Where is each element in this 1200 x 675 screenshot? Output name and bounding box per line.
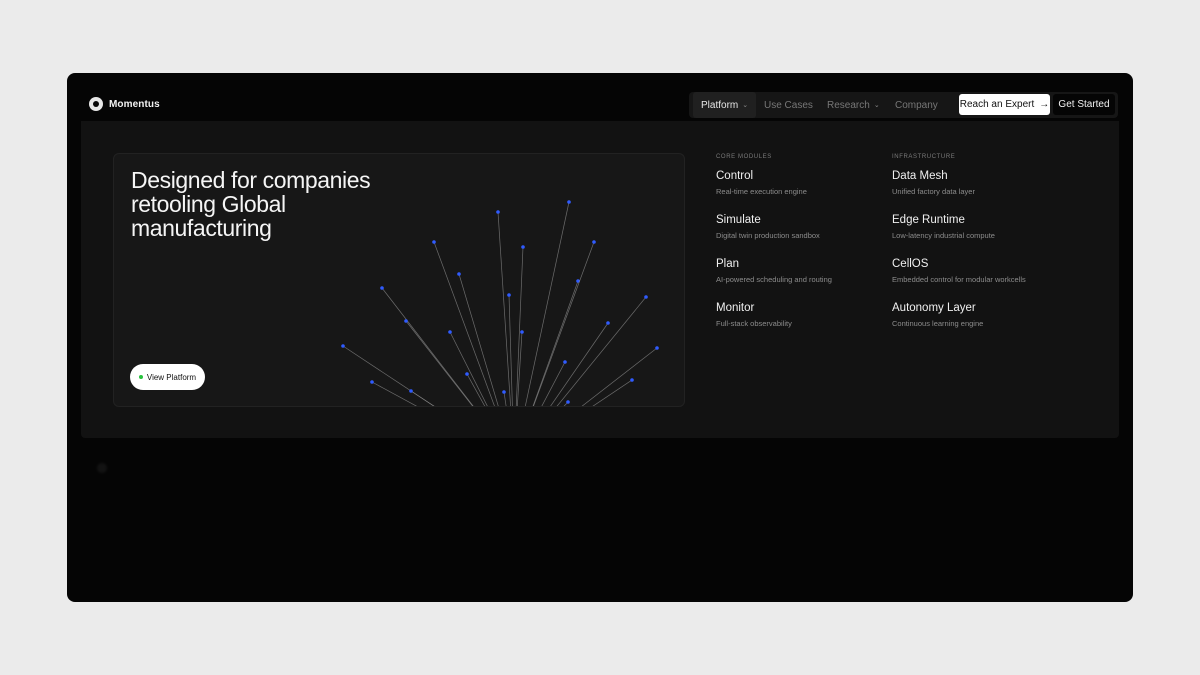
burst-node xyxy=(404,319,408,323)
menu-item-desc: Low-latency industrial compute xyxy=(892,231,995,240)
burst-line xyxy=(405,320,473,406)
burst-node xyxy=(465,372,469,376)
brand-logo[interactable]: Momentus xyxy=(89,97,160,111)
menu-item-desc: Unified factory data layer xyxy=(892,187,975,196)
column-heading: CORE MODULES xyxy=(716,154,772,160)
burst-node xyxy=(520,330,524,334)
momentus-logo-icon xyxy=(89,97,103,111)
burst-node xyxy=(592,240,596,244)
nav-item-company[interactable]: Company xyxy=(895,92,938,118)
view-platform-label: View Platform xyxy=(146,372,197,382)
get-started-button[interactable]: Get Started xyxy=(1053,94,1115,115)
burst-node xyxy=(409,389,413,393)
burst-node xyxy=(630,378,634,382)
nav-item-label: Platform xyxy=(701,99,739,111)
menu-item-data-mesh[interactable]: Data Mesh Unified factory data layer xyxy=(892,169,1072,213)
burst-line xyxy=(581,347,658,406)
menu-item-autonomy-layer[interactable]: Autonomy Layer Continuous learning engin… xyxy=(892,301,1072,345)
burst-node xyxy=(655,346,659,350)
burst-line xyxy=(556,296,647,406)
burst-line xyxy=(524,201,570,406)
core-modules-column: CORE MODULES Control Real-time execution… xyxy=(716,154,896,345)
menu-item-name: Data Mesh xyxy=(892,170,948,182)
background-icon xyxy=(97,463,107,473)
menu-item-desc: Digital twin production sandbox xyxy=(716,231,820,240)
nav-item-label: Company xyxy=(895,99,938,111)
chevron-down-icon: ⌄ xyxy=(742,102,749,109)
burst-node xyxy=(496,210,500,214)
burst-line xyxy=(371,381,417,406)
menu-item-name: Edge Runtime xyxy=(892,214,965,226)
menu-item-monitor[interactable]: Monitor Full-stack observability xyxy=(716,301,896,345)
view-platform-button[interactable]: View Platform xyxy=(130,364,205,390)
menu-item-desc: Embedded control for modular workcells xyxy=(892,275,1026,284)
burst-node xyxy=(566,400,570,404)
status-dot-icon xyxy=(138,375,143,379)
burst-line xyxy=(541,361,566,406)
brand-name: Momentus xyxy=(109,98,160,110)
menu-item-simulate[interactable]: Simulate Digital twin production sandbox xyxy=(716,213,896,257)
menu-item-edge-runtime[interactable]: Edge Runtime Low-latency industrial comp… xyxy=(892,213,1072,257)
nav-item-platform[interactable]: Platform ⌄ xyxy=(693,92,757,118)
column-heading: INFRASTRUCTURE xyxy=(892,154,956,160)
background-page-content xyxy=(67,443,1133,602)
nav-item-research[interactable]: Research ⌄ xyxy=(827,92,880,118)
burst-node xyxy=(448,330,452,334)
menu-item-cellos[interactable]: CellOS Embedded control for modular work… xyxy=(892,257,1072,301)
burst-line xyxy=(458,273,499,406)
menu-item-desc: AI-powered scheduling and routing xyxy=(716,275,832,284)
feature-title: Designed for companies retooling Global … xyxy=(131,167,371,241)
menu-item-name: Autonomy Layer xyxy=(892,302,976,314)
reach-expert-button[interactable]: Reach an Expert → xyxy=(959,94,1050,115)
reach-expert-label: Reach an Expert xyxy=(959,99,1035,110)
burst-node xyxy=(563,360,567,364)
nav-item-use-cases[interactable]: Use Cases xyxy=(764,92,813,118)
burst-node xyxy=(502,390,506,394)
browser-window: Momentus Platform ⌄ Use Cases Research ⌄… xyxy=(67,73,1133,602)
burst-line xyxy=(342,345,435,406)
menu-item-desc: Continuous learning engine xyxy=(892,319,984,328)
nav-item-label: Use Cases xyxy=(764,99,813,111)
menu-item-plan[interactable]: Plan AI-powered scheduling and routing xyxy=(716,257,896,301)
menu-item-name: Plan xyxy=(716,258,740,270)
menu-item-name: Control xyxy=(716,170,754,182)
burst-node xyxy=(370,380,374,384)
burst-line xyxy=(532,280,579,406)
burst-node xyxy=(457,272,461,276)
burst-node xyxy=(507,293,511,297)
burst-node xyxy=(341,344,345,348)
burst-node xyxy=(521,245,525,249)
chevron-down-icon: ⌄ xyxy=(873,102,880,109)
menu-item-name: Monitor xyxy=(716,302,755,314)
platform-mega-menu: Designed for companies retooling Global … xyxy=(81,121,1119,438)
menu-item-desc: Full-stack observability xyxy=(716,319,792,328)
burst-node xyxy=(432,240,436,244)
menu-item-name: CellOS xyxy=(892,258,929,270)
burst-node xyxy=(567,200,571,204)
burst-node xyxy=(606,321,610,325)
menu-item-control[interactable]: Control Real-time execution engine xyxy=(716,169,896,213)
burst-node xyxy=(644,295,648,299)
menu-item-name: Simulate xyxy=(716,214,761,226)
burst-line xyxy=(592,379,633,406)
feature-card: Designed for companies retooling Global … xyxy=(113,153,685,407)
burst-line xyxy=(381,287,474,406)
arrow-right-icon: → xyxy=(1039,99,1050,110)
menu-item-desc: Real-time execution engine xyxy=(716,187,807,196)
infrastructure-column: INFRASTRUCTURE Data Mesh Unified factory… xyxy=(892,154,1072,345)
burst-node xyxy=(380,286,384,290)
nav-item-label: Research xyxy=(827,99,870,111)
